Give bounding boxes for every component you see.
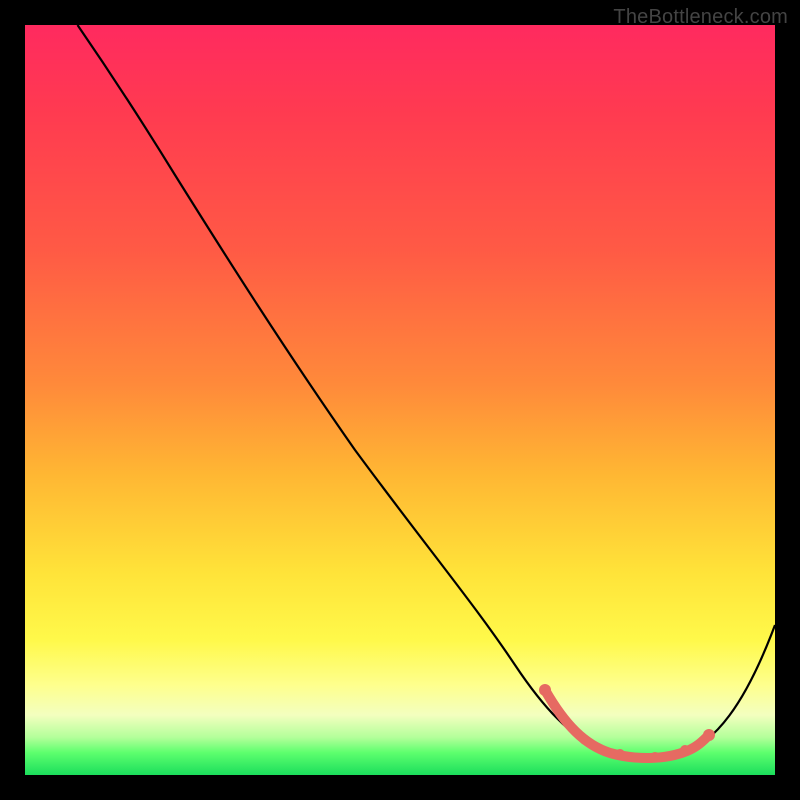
band-dot xyxy=(615,749,625,759)
band-dot-end xyxy=(703,729,715,741)
main-curve xyxy=(78,25,776,760)
band-dot xyxy=(580,735,590,745)
band-dot xyxy=(680,745,690,755)
band-dot xyxy=(650,752,660,762)
chart-svg xyxy=(25,25,775,775)
plot-area xyxy=(25,25,775,775)
chart-container: TheBottleneck.com xyxy=(0,0,800,800)
band-dot-start xyxy=(539,684,551,696)
